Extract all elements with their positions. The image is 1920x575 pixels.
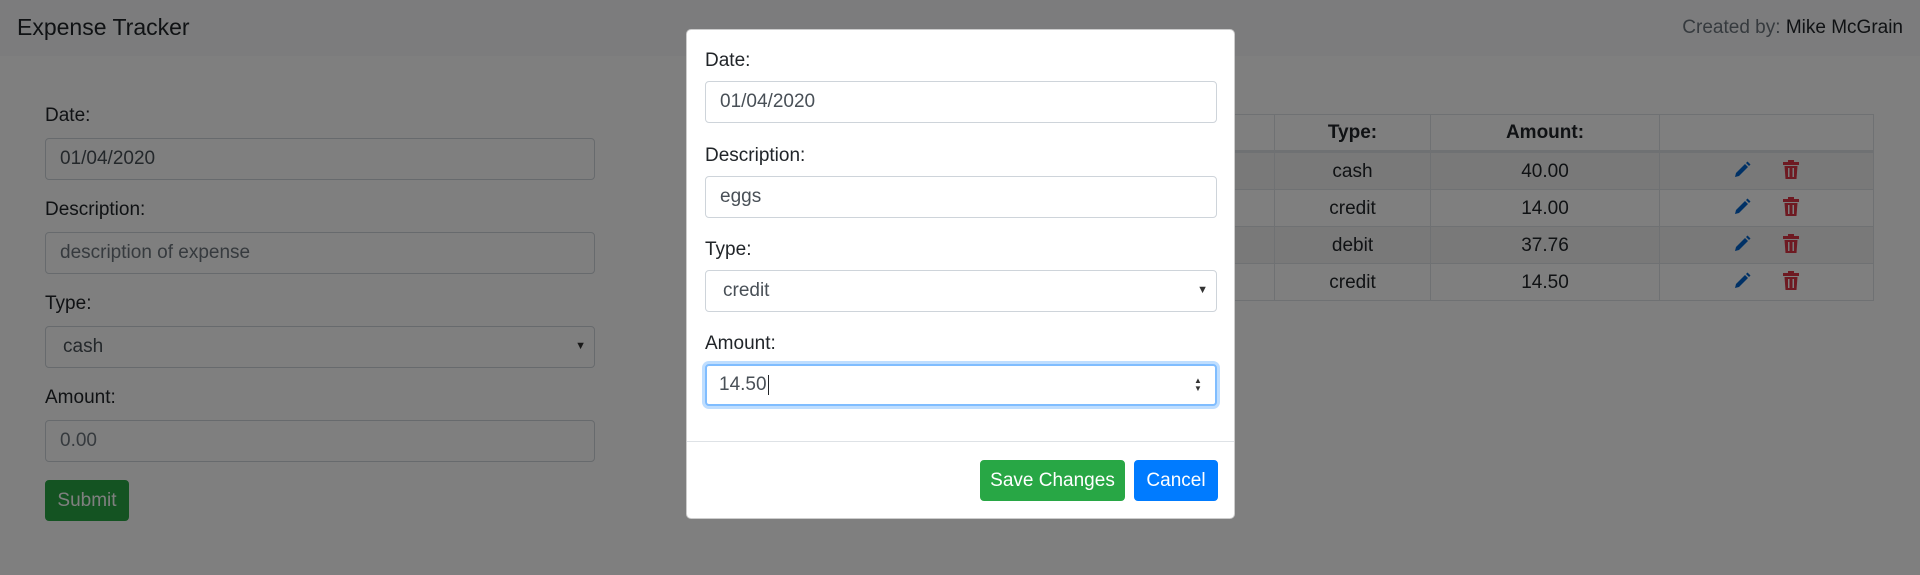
modal-footer-divider [687,441,1234,442]
modal-amount-input[interactable]: 14.50 ▲ ▼ [705,364,1217,406]
edit-expense-modal: Date: 01/04/2020 Description: eggs Type:… [686,29,1235,519]
modal-amount-label: Amount: [705,333,776,354]
chevron-down-icon: ▼ [1197,284,1208,296]
modal-type-select[interactable]: credit ▼ [705,270,1217,312]
number-spinner[interactable]: ▲ ▼ [1193,377,1203,393]
spin-down-icon[interactable]: ▼ [1194,385,1202,393]
text-cursor [767,375,769,395]
modal-type-select-value: credit [723,280,770,301]
modal-description-label: Description: [705,145,806,166]
cancel-button[interactable]: Cancel [1134,460,1218,501]
save-changes-button[interactable]: Save Changes [980,460,1125,501]
modal-description-input[interactable]: eggs [705,176,1217,218]
modal-date-input[interactable]: 01/04/2020 [705,81,1217,123]
modal-amount-value: 14.50 [719,374,767,395]
modal-type-label: Type: [705,239,752,260]
modal-date-label: Date: [705,50,751,71]
